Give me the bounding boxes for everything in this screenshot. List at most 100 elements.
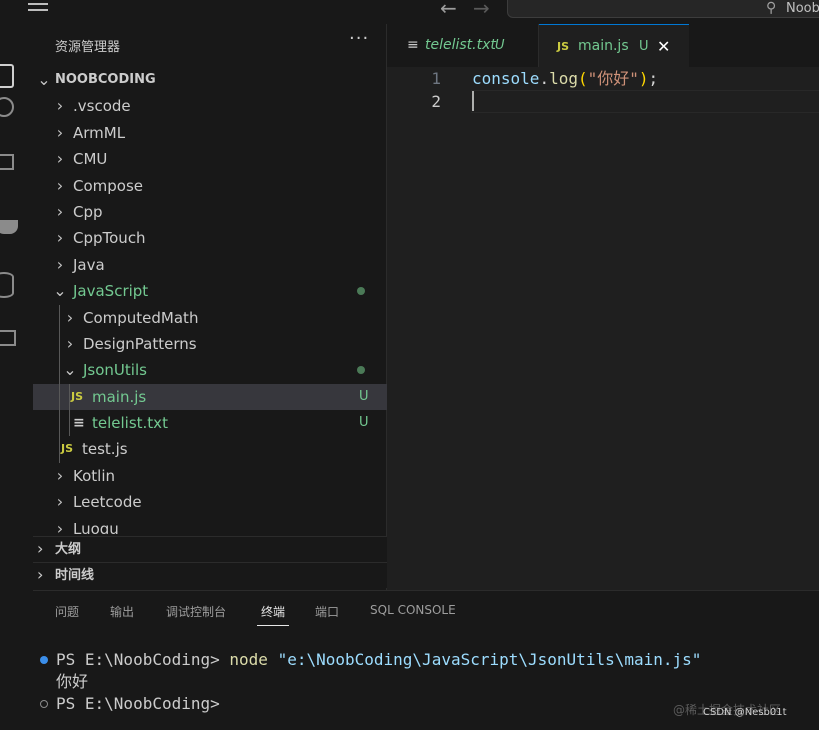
js-file-icon: JS xyxy=(557,40,570,53)
command-pending-icon xyxy=(40,700,48,708)
back-arrow-icon[interactable]: ← xyxy=(440,0,457,20)
terminal-command: PS E:\NoobCoding> node "e:\NoobCoding\Ja… xyxy=(56,650,702,669)
tree-item-label: test.js xyxy=(82,440,128,459)
chevron-right-icon: › xyxy=(56,149,64,169)
terminal-line: PS E:\NoobCoding> node "e:\NoobCoding\Ja… xyxy=(33,649,819,671)
search-icon[interactable] xyxy=(0,97,14,117)
tree-item-javascript[interactable]: ⌄ JavaScript xyxy=(33,278,387,304)
tree-item-label: Leetcode xyxy=(73,493,142,512)
chevron-down-icon: ⌄ xyxy=(37,70,51,89)
tree-item-test-js[interactable]: JS test.js xyxy=(33,436,387,463)
editor-area: ≡ telelist.txt U JS main.js U ✕ 1 consol… xyxy=(387,24,819,590)
chevron-right-icon: › xyxy=(56,96,64,116)
tab-main-js[interactable]: JS main.js U ✕ xyxy=(539,24,689,67)
tree-item-vscode[interactable]: › .vscode xyxy=(33,93,387,119)
tree-root[interactable]: ⌄ NOOBCODING xyxy=(33,67,387,93)
chevron-right-icon: › xyxy=(56,175,64,195)
untracked-badge: U xyxy=(495,38,505,53)
untracked-badge: U xyxy=(359,388,369,404)
tree-item-label: ComputedMath xyxy=(83,308,199,327)
js-file-icon: JS xyxy=(61,442,74,456)
tree-item-main-js[interactable]: JS main.js U xyxy=(33,383,387,411)
tree-item-label: Java xyxy=(73,255,105,274)
code-line: 1 console.log("你好"); xyxy=(387,67,819,90)
indent-guide xyxy=(69,410,70,437)
untracked-badge: U xyxy=(639,39,649,54)
tab-telelist-txt[interactable]: ≡ telelist.txt U xyxy=(387,24,539,67)
chevron-right-icon: › xyxy=(66,307,74,327)
tree-item-kotlin[interactable]: › Kotlin xyxy=(33,463,387,489)
database-icon[interactable] xyxy=(0,272,14,298)
tab-label: main.js xyxy=(578,38,629,54)
indent-guide xyxy=(59,436,60,463)
watermark-csdn: CSDN @Nesb01t xyxy=(703,707,787,718)
command-center-text: Noob xyxy=(786,1,819,16)
tree-item-label: main.js xyxy=(92,387,147,406)
tree-item-cmu[interactable]: › CMU xyxy=(33,146,387,172)
tree-item-label: Luogu xyxy=(73,519,119,534)
menu-icon[interactable] xyxy=(28,3,48,15)
tree-item-leetcode[interactable]: › Leetcode xyxy=(33,489,387,515)
tab-debug-console[interactable]: 调试控制台 xyxy=(166,603,226,620)
chevron-right-icon: › xyxy=(56,465,64,485)
tree-item-label: Compose xyxy=(73,176,144,195)
forward-arrow-icon[interactable]: → xyxy=(473,0,490,20)
explorer-icon[interactable] xyxy=(0,64,14,88)
tree-item-luogu[interactable]: › Luogu xyxy=(33,516,387,534)
command-center-search[interactable]: ⚲ Noob xyxy=(507,0,819,18)
terminal-prompt: PS E:\NoobCoding> xyxy=(56,694,220,713)
indent-guide xyxy=(59,357,60,384)
command-success-icon xyxy=(40,656,48,664)
indent-guide xyxy=(59,304,60,331)
file-tree: ⌄ NOOBCODING › .vscode › ArmML › CMU › C… xyxy=(33,67,387,534)
docker-icon[interactable] xyxy=(0,220,18,234)
tree-root-label: NOOBCODING xyxy=(55,72,156,87)
tree-item-java[interactable]: › Java xyxy=(33,252,387,278)
text-file-icon: ≡ xyxy=(73,415,85,432)
outline-label: 大纲 xyxy=(55,542,82,557)
tab-terminal[interactable]: 终端 xyxy=(261,603,285,620)
close-icon[interactable]: ✕ xyxy=(657,25,670,68)
tree-item-compose[interactable]: › Compose xyxy=(33,173,387,199)
indent-guide xyxy=(59,330,60,358)
activity-bar xyxy=(0,24,33,730)
tree-item-label: .vscode xyxy=(73,97,131,116)
bottom-panel: 问题 输出 调试控制台 终端 端口 SQL CONSOLE PS E:\Noob… xyxy=(33,590,819,730)
text-cursor xyxy=(472,91,474,111)
chevron-right-icon: › xyxy=(56,201,64,221)
tree-item-cpp[interactable]: › Cpp xyxy=(33,199,387,225)
terminal-output: 你好 xyxy=(56,672,89,691)
tree-item-designpatterns[interactable]: › DesignPatterns xyxy=(33,330,387,358)
title-bar: ← → ⚲ Noob xyxy=(0,0,819,24)
timeline-section-header[interactable]: › 时间线 xyxy=(33,562,387,588)
tree-item-armml[interactable]: › ArmML xyxy=(33,120,387,146)
tree-item-cpptouch[interactable]: › CppTouch xyxy=(33,225,387,251)
line-number: 1 xyxy=(431,69,441,88)
chevron-right-icon: › xyxy=(37,539,44,558)
text-file-icon: ≡ xyxy=(407,37,419,53)
tree-item-label: JsonUtils xyxy=(83,361,147,380)
outline-section-header[interactable]: › 大纲 xyxy=(33,536,387,562)
tab-sql-console[interactable]: SQL CONSOLE xyxy=(370,603,456,617)
tree-item-jsonutils[interactable]: ⌄ JsonUtils xyxy=(33,357,387,384)
extensions-icon[interactable] xyxy=(0,154,14,170)
chevron-right-icon: › xyxy=(56,518,64,534)
tab-output[interactable]: 输出 xyxy=(110,603,134,620)
timeline-label: 时间线 xyxy=(55,568,95,583)
code-line: 2 xyxy=(387,90,819,113)
tab-ports[interactable]: 端口 xyxy=(315,603,339,620)
tree-item-label: Cpp xyxy=(73,202,103,221)
chevron-right-icon: › xyxy=(56,254,64,274)
tree-item-computedmath[interactable]: › ComputedMath xyxy=(33,304,387,331)
modified-dot xyxy=(357,287,365,296)
more-actions-icon[interactable]: ··· xyxy=(349,28,369,49)
js-file-icon: JS xyxy=(71,389,84,403)
untracked-badge: U xyxy=(359,415,369,431)
code-editor[interactable]: 1 console.log("你好"); 2 xyxy=(387,67,819,113)
remote-explorer-icon[interactable] xyxy=(0,330,16,346)
tab-problems[interactable]: 问题 xyxy=(55,603,79,620)
tab-label: telelist.txt xyxy=(425,37,496,53)
line-number: 2 xyxy=(431,92,441,111)
chevron-right-icon: › xyxy=(66,333,74,353)
tree-item-telelist-txt[interactable]: ≡ telelist.txt U xyxy=(33,410,387,437)
